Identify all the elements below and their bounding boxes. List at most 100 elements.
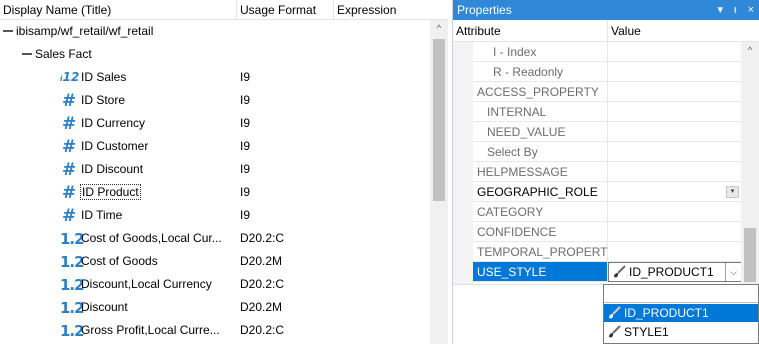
field-row[interactable]: ᵢ12 ID Sales I9 (0, 66, 430, 89)
grid-header: Display Name (Title) Usage Format Expres… (0, 0, 448, 20)
scroll-up-icon[interactable]: ^ (741, 42, 759, 59)
property-row-use-style[interactable]: USE_STYLE ID_PRODUCT1 ⌵ (473, 262, 742, 282)
field-name: ID Discount (81, 162, 144, 176)
dropdown-option-id-product1[interactable]: ID_PRODUCT1 (604, 304, 758, 322)
field-row[interactable]: # ID Currency I9 (0, 112, 430, 135)
property-row[interactable]: TEMPORAL_PROPERTY (473, 242, 742, 262)
property-row-geographic-role[interactable]: GEOGRAPHIC_ROLE ▾ (473, 182, 742, 202)
property-label: I - Index (473, 42, 608, 62)
property-label: R - Readonly (473, 62, 608, 82)
property-label: Select By (473, 142, 608, 162)
column-header-expression[interactable]: Expression (334, 0, 448, 20)
brush-icon (609, 325, 621, 338)
field-format: D20.2M (240, 254, 283, 268)
field-format: I9 (240, 93, 251, 107)
field-name: Discount,Local Currency (81, 277, 212, 291)
field-name: ID Store (81, 93, 126, 107)
field-row[interactable]: # ID Time I9 (0, 204, 430, 227)
field-row[interactable]: 1.2 Gross Profit,Local Curre... D20.2:C (0, 319, 430, 342)
tree-root-node[interactable]: ibisamp/wf_retail/wf_retail (0, 20, 430, 43)
column-header-value[interactable]: Value (608, 20, 742, 42)
brush-icon (609, 306, 621, 319)
dropdown-option-label: STYLE1 (624, 325, 669, 339)
hash-icon: # (62, 160, 77, 180)
field-name: Cost of Goods,Local Cur... (81, 231, 222, 245)
properties-scrollbar[interactable]: ^ (741, 42, 759, 284)
field-format: D20.2:C (240, 277, 285, 291)
field-row-selected[interactable]: # ID Product I9 (0, 181, 430, 204)
vertical-scrollbar[interactable]: ^ (430, 20, 448, 344)
field-name: ID Time (81, 208, 123, 222)
property-label: USE_STYLE (473, 262, 608, 282)
scrollbar-thumb[interactable] (433, 39, 445, 201)
property-label: CATEGORY (473, 202, 608, 222)
property-row[interactable]: ACCESS_PROPERTY (473, 82, 742, 102)
hash-icon: # (62, 183, 77, 203)
field-row[interactable]: 1.2 Cost of Goods D20.2M (0, 250, 430, 273)
field-row[interactable]: 1.2 Discount,Local Currency D20.2:C (0, 273, 430, 296)
field-format: I9 (240, 116, 251, 130)
property-row[interactable]: NEED_VALUE (473, 122, 742, 142)
field-row[interactable]: # ID Customer I9 (0, 135, 430, 158)
use-style-dropdown-list: ID_PRODUCT1 STYLE1 (603, 284, 759, 344)
panel-menu-icon[interactable]: ▾ (717, 4, 723, 16)
property-row[interactable]: CONFIDENCE (473, 222, 742, 242)
property-label: INTERNAL (473, 102, 608, 122)
properties-title-bar: Properties ▾ ᵻ × (453, 0, 759, 20)
hash-icon: # (62, 114, 77, 134)
field-name: ID Product (80, 184, 141, 200)
field-format: D20.2:C (240, 323, 285, 337)
field-name: ID Currency (81, 116, 146, 130)
property-row[interactable]: INTERNAL (473, 102, 742, 122)
field-name: Discount (81, 300, 128, 314)
hash-icon: # (62, 137, 77, 157)
property-label: GEOGRAPHIC_ROLE (473, 182, 608, 202)
field-format: D20.2M (240, 300, 283, 314)
field-format: I9 (240, 185, 251, 199)
dropdown-option-label: ID_PRODUCT1 (624, 306, 709, 320)
column-header-display-name[interactable]: Display Name (Title) (0, 0, 237, 20)
property-label: HELPMESSAGE (473, 162, 608, 182)
close-icon[interactable]: × (748, 4, 754, 16)
tree-segment-label: Sales Fact (35, 47, 92, 61)
dropdown-filter-input[interactable] (604, 285, 758, 303)
property-row[interactable]: I - Index (473, 42, 742, 62)
field-row[interactable]: # ID Store I9 (0, 89, 430, 112)
field-name: ID Sales (81, 70, 127, 84)
property-label: ACCESS_PROPERTY (473, 82, 608, 102)
properties-gutter (453, 42, 473, 284)
chevron-down-icon[interactable]: ▾ (726, 186, 739, 198)
tree-segment-node[interactable]: Sales Fact (0, 43, 430, 66)
field-row[interactable]: 1.2 Cost of Goods,Local Cur... D20.2:C (0, 227, 430, 250)
field-name: Gross Profit,Local Curre... (81, 323, 220, 337)
scrollbar-thumb[interactable] (744, 228, 756, 282)
hash-icon: # (62, 91, 77, 111)
field-format: I9 (240, 139, 251, 153)
column-header-attribute[interactable]: Attribute (453, 20, 608, 42)
use-style-value: ID_PRODUCT1 (629, 265, 714, 279)
field-format: I9 (240, 208, 251, 222)
tree-root-label: ibisamp/wf_retail/wf_retail (16, 24, 154, 38)
hash-icon: # (62, 206, 77, 226)
property-label: CONFIDENCE (473, 222, 608, 242)
field-row[interactable]: # ID Discount I9 (0, 158, 430, 181)
property-label: NEED_VALUE (473, 122, 608, 142)
id-icon: ᵢ12 (60, 70, 80, 84)
brush-icon (614, 265, 626, 278)
property-row[interactable]: CATEGORY (473, 202, 742, 222)
property-row[interactable]: R - Readonly (473, 62, 742, 82)
field-row[interactable]: 1.2 Discount D20.2M (0, 296, 430, 319)
tree-line (3, 29, 13, 32)
scroll-up-icon[interactable]: ^ (430, 20, 448, 37)
property-row[interactable]: HELPMESSAGE (473, 162, 742, 182)
use-style-combobox[interactable]: ID_PRODUCT1 ⌵ (608, 262, 742, 282)
chevron-down-icon[interactable]: ⌵ (725, 263, 741, 281)
tree-line (22, 52, 32, 55)
property-row[interactable]: Select By (473, 142, 742, 162)
properties-header: Attribute Value (453, 20, 759, 42)
pin-icon[interactable]: ᵻ (734, 4, 736, 16)
field-format: D20.2:C (240, 231, 285, 245)
field-name: Cost of Goods (81, 254, 158, 268)
dropdown-option-style1[interactable]: STYLE1 (604, 323, 758, 341)
column-header-usage-format[interactable]: Usage Format (237, 0, 334, 20)
